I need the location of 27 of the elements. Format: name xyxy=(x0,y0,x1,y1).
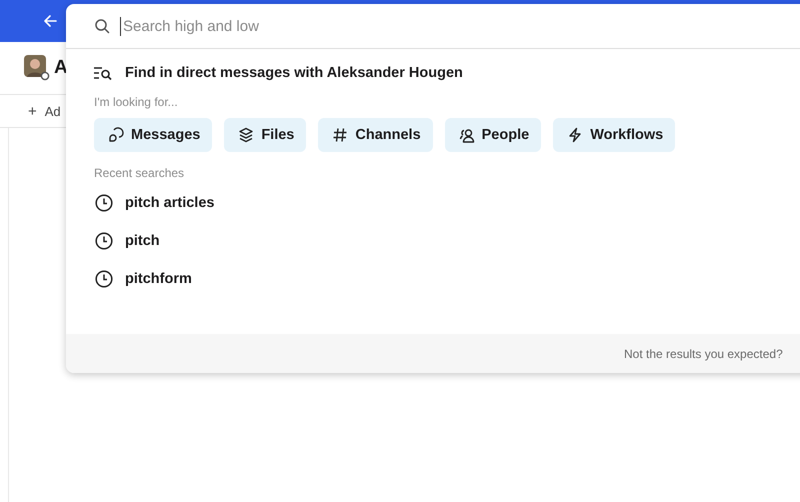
clock-icon xyxy=(95,194,113,212)
recent-search-item[interactable]: pitch articles xyxy=(95,194,214,212)
recent-heading: Recent searches xyxy=(93,165,184,180)
filter-chip[interactable]: Files xyxy=(224,118,306,152)
back-arrow-icon[interactable] xyxy=(42,13,58,29)
layers-icon xyxy=(238,127,254,143)
people-icon xyxy=(458,127,475,143)
search-icon xyxy=(94,18,110,34)
clock-icon xyxy=(95,270,113,288)
filter-chip[interactable]: Messages xyxy=(94,118,212,152)
scope-option[interactable]: Find in direct messages with Aleksander Hougen xyxy=(66,49,463,81)
add-label: Ad xyxy=(44,104,61,118)
lightning-icon xyxy=(567,127,584,143)
hash-icon xyxy=(332,127,348,143)
feedback-text: Not the results you expected? xyxy=(624,346,783,360)
contact-name: A xyxy=(54,57,68,79)
plus-icon: + xyxy=(28,102,37,120)
filters-heading: I'm looking for... xyxy=(93,94,178,109)
filter-chip[interactable]: People xyxy=(444,118,542,152)
filter-chip[interactable]: Channels xyxy=(318,118,433,152)
recent-search-item[interactable]: pitch xyxy=(95,232,160,250)
recent-search-item[interactable]: pitchform xyxy=(95,270,192,288)
speech-bubbles-icon xyxy=(108,127,124,143)
list-search-icon xyxy=(93,65,113,81)
clock-icon xyxy=(95,232,113,250)
filter-chip[interactable]: Workflows xyxy=(553,118,676,152)
avatar-icon xyxy=(24,55,50,81)
